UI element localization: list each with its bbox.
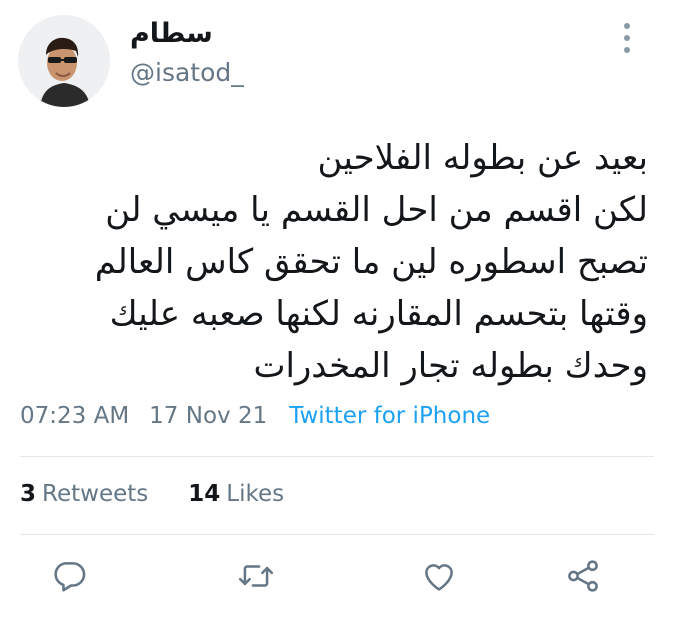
avatar[interactable] bbox=[18, 15, 110, 107]
tweet-date: 17 Nov 21 bbox=[149, 403, 268, 429]
likes-stat[interactable]: 14 Likes bbox=[188, 481, 284, 507]
more-dot bbox=[624, 23, 630, 29]
display-name[interactable]: سطام bbox=[130, 18, 213, 49]
reply-button[interactable] bbox=[46, 553, 92, 599]
user-handle[interactable]: @isatod_ bbox=[130, 58, 244, 87]
tweet-stats: 3 Retweets 14 Likes bbox=[20, 481, 284, 507]
tweet-time: 07:23 AM bbox=[20, 403, 130, 429]
more-dot bbox=[624, 35, 630, 41]
divider bbox=[20, 456, 654, 457]
divider bbox=[20, 534, 654, 535]
avatar-image bbox=[18, 15, 110, 107]
tweet-line: وقتها بتحسم المقارنه لكنها صعبه عليك bbox=[109, 294, 648, 334]
heart-icon bbox=[425, 564, 453, 591]
likes-label: Likes bbox=[226, 481, 285, 507]
tweet-source-link[interactable]: Twitter for iPhone bbox=[289, 403, 490, 429]
action-bar bbox=[0, 553, 680, 599]
more-options-icon[interactable] bbox=[612, 18, 642, 58]
tweet-line: تصبح اسطوره لين ما تحقق كاس العالم bbox=[94, 242, 648, 282]
retweet-icon bbox=[238, 565, 274, 587]
retweets-stat[interactable]: 3 Retweets bbox=[20, 481, 148, 507]
more-dot bbox=[624, 47, 630, 53]
share-button[interactable] bbox=[560, 553, 606, 599]
tweet-text: بعيد عن بطوله الفلاحين لكن اقسم من احل ا… bbox=[28, 132, 648, 392]
reply-icon bbox=[54, 562, 86, 592]
tweet-line: بعيد عن بطوله الفلاحين bbox=[317, 138, 648, 178]
tweet-meta: 07:23 AM 17 Nov 21 Twitter for iPhone bbox=[20, 403, 490, 429]
retweets-label: Retweets bbox=[42, 481, 149, 507]
like-button[interactable] bbox=[416, 553, 462, 599]
share-icon bbox=[568, 560, 598, 592]
retweets-count: 3 bbox=[20, 481, 37, 507]
tweet-line: وحدك بطوله تجار المخدرات bbox=[253, 346, 648, 386]
tweet-line: لكن اقسم من احل القسم يا ميسي لن bbox=[105, 190, 648, 230]
retweet-button[interactable] bbox=[233, 553, 279, 599]
likes-count: 14 bbox=[188, 481, 221, 507]
